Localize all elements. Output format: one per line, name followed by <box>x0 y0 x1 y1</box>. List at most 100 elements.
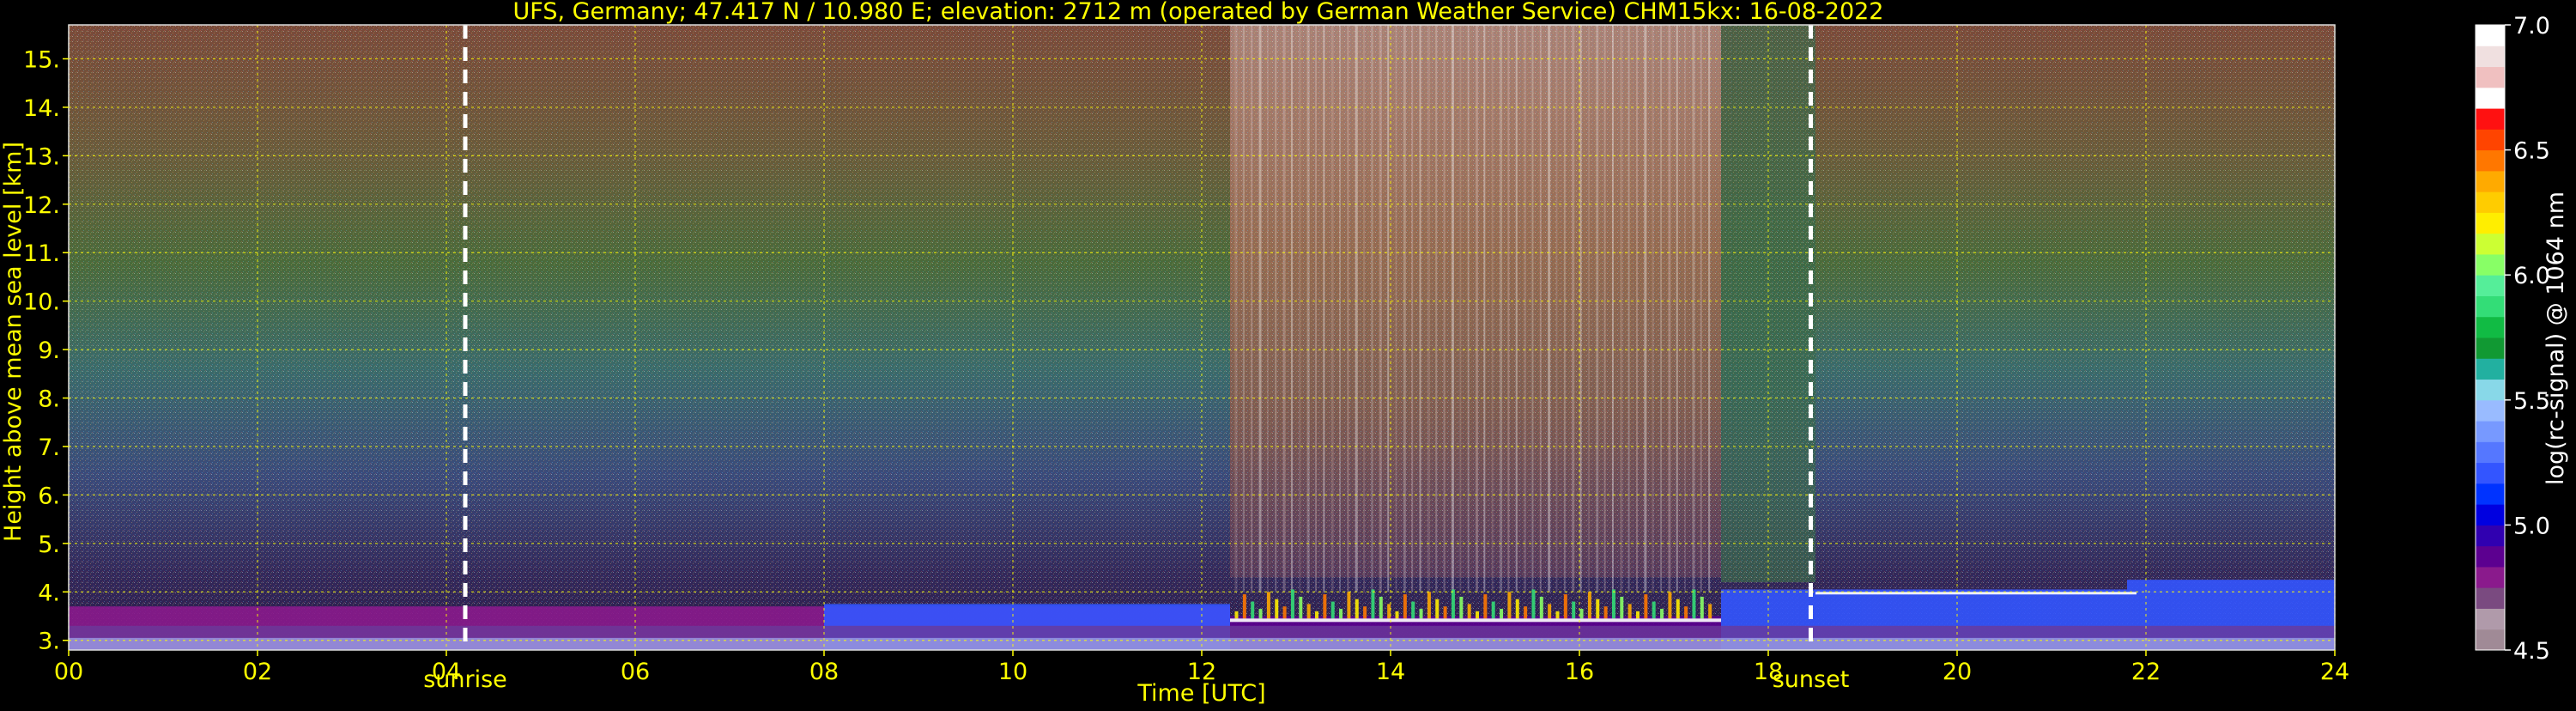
colorbar-segment <box>2476 337 2505 359</box>
signal-streak <box>1507 25 1510 592</box>
signal-streak <box>1339 25 1342 592</box>
signal-streak <box>1676 25 1678 592</box>
annotation-label: sunset <box>1773 666 1850 693</box>
signal-streak <box>1491 25 1494 592</box>
signal-streak <box>1684 25 1687 592</box>
cloud-base-mark <box>1379 596 1383 619</box>
signal-streak <box>1611 25 1614 592</box>
y-tick-label: 14. <box>23 95 60 122</box>
cloud-base-mark <box>1306 604 1311 619</box>
x-tick-label: 04 <box>432 659 461 685</box>
signal-streak <box>1347 25 1349 592</box>
signal-streak <box>1234 25 1238 592</box>
y-tick-label: 10. <box>23 289 60 316</box>
colorbar-segment <box>2476 66 2505 88</box>
signal-streak <box>1587 25 1590 592</box>
x-tick-label: 00 <box>54 659 83 685</box>
colorbar-segment <box>2476 149 2505 172</box>
signal-streak <box>1323 25 1325 592</box>
x-tick-label: 06 <box>621 659 650 685</box>
cloud-base-mark <box>1515 599 1519 619</box>
signal-streak <box>1266 25 1269 592</box>
signal-streak <box>1371 25 1373 592</box>
signal-streak <box>1379 25 1382 592</box>
colorbar-segment <box>2476 483 2505 505</box>
signal-streak <box>1708 25 1711 592</box>
cloud-base-mark <box>1242 594 1246 619</box>
cloud-base-mark <box>1266 592 1270 619</box>
colorbar-segment <box>2476 587 2505 609</box>
cloud-base-mark <box>1524 606 1528 619</box>
cloud-base-mark <box>1572 601 1576 619</box>
colorbar-segment <box>2476 46 2505 68</box>
signal-streak <box>1299 25 1301 592</box>
x-tick-label: 22 <box>2131 659 2161 685</box>
colorbar-tick-label: 6.5 <box>2513 138 2550 165</box>
cloud-base-mark <box>1627 604 1632 619</box>
signal-streak <box>1282 25 1286 592</box>
cloud-base-mark <box>1596 599 1600 619</box>
cloud-base-mark <box>1282 606 1287 619</box>
signal-streak <box>1572 25 1575 592</box>
cloud-base-mark <box>1611 589 1615 619</box>
cloud-base-mark <box>1395 611 1399 619</box>
colorbar-segment <box>2476 421 2505 442</box>
signal-streak <box>1467 25 1470 592</box>
colorbar-segment <box>2476 399 2505 422</box>
cloud-base-mark <box>1371 589 1375 619</box>
signal-streak <box>1668 25 1671 592</box>
cloud-base-mark <box>1427 592 1431 619</box>
cloud-base-mark <box>1363 606 1367 619</box>
colorbar-segment <box>2476 233 2505 255</box>
signal-streak <box>1700 25 1702 592</box>
signal-streak <box>1524 25 1527 592</box>
y-axis-label: Height above mean sea level [km] <box>0 142 27 542</box>
x-tick-label: 18 <box>1754 659 1783 685</box>
cloud-base-mark <box>1636 611 1640 619</box>
colorbar-segment <box>2476 108 2505 130</box>
x-tick-label: 14 <box>1376 659 1405 685</box>
signal-streak <box>1531 25 1534 592</box>
cloud-base-mark <box>1531 589 1536 619</box>
colorbar-segment <box>2476 379 2505 401</box>
x-axis-label: Time [UTC] <box>1136 680 1265 707</box>
cloud-base-mark <box>1339 609 1343 619</box>
signal-streak <box>1387 25 1390 592</box>
cloud-base-mark <box>1251 601 1255 619</box>
cloud-base-mark <box>1299 596 1303 619</box>
cloud-base-mark <box>1684 606 1688 619</box>
cloud-base-mark <box>1563 594 1567 619</box>
signal-streak <box>1596 25 1599 592</box>
colorbar-segment <box>2476 275 2505 296</box>
y-tick-label: 4. <box>38 580 60 606</box>
colorbar-segment <box>2476 608 2505 630</box>
signal-streak <box>1579 25 1582 592</box>
signal-streak <box>1459 25 1462 592</box>
y-tick-label: 11. <box>23 240 60 267</box>
colorbar-segment <box>2476 462 2505 484</box>
signal-streak <box>1515 25 1518 592</box>
cloud-base-mark <box>1443 606 1447 619</box>
y-tick-label: 15. <box>23 47 60 74</box>
cloud-base-mark <box>1500 609 1504 619</box>
signal-streak <box>1395 25 1397 592</box>
colorbar-segment <box>2476 170 2505 192</box>
signal-streak <box>1403 25 1406 592</box>
signal-streak <box>1692 25 1695 592</box>
cloud-base-mark <box>1539 596 1543 619</box>
colorbar-segment <box>2476 566 2505 588</box>
cloud-base-mark <box>1579 609 1584 619</box>
colorbar-label: log(rc-signal) @ 1064 nm <box>2543 191 2569 485</box>
cloud-base-mark <box>1676 599 1680 619</box>
signal-streak <box>1620 25 1623 592</box>
cloud-base-mark <box>1258 609 1263 619</box>
cloud-base-mark <box>1555 611 1560 619</box>
signal-streak <box>1258 25 1262 592</box>
x-tick-label: 02 <box>243 659 272 685</box>
x-tick-label: 08 <box>809 659 839 685</box>
colorbar-segment <box>2476 629 2505 651</box>
colorbar-segment <box>2476 316 2505 338</box>
y-tick-label: 3. <box>38 629 60 655</box>
cloud-base-mark <box>1491 601 1495 619</box>
cloud-base-line <box>1230 618 1721 623</box>
